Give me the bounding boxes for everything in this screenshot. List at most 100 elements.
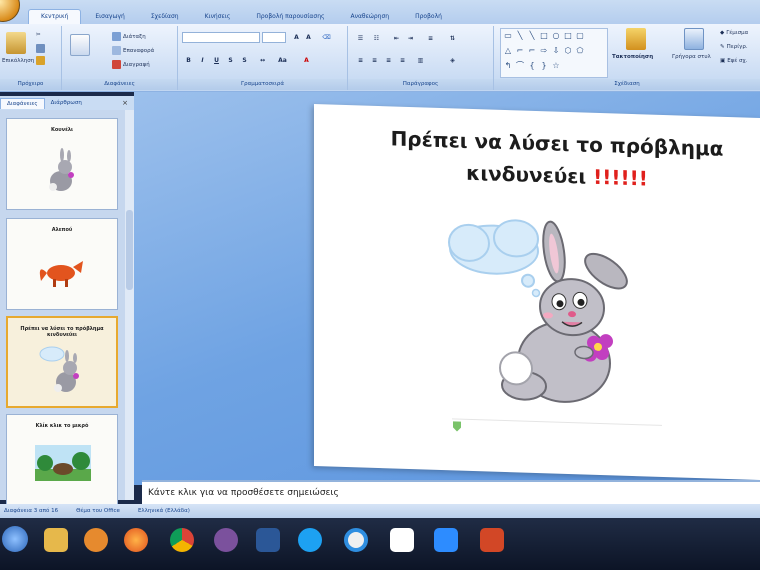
quick-styles-icon[interactable]	[684, 28, 704, 50]
align-left-button[interactable]: ≡	[356, 56, 365, 65]
clear-format-button[interactable]: ⌫	[322, 33, 331, 42]
shape-effects-button[interactable]: ▣ Εφέ σχ.	[720, 58, 747, 64]
bold-button[interactable]: B	[184, 56, 193, 65]
text-direction-button[interactable]: ⇅	[448, 34, 457, 43]
paste-icon[interactable]	[6, 32, 26, 54]
tab-slideshow[interactable]: Προβολή παρουσίασης	[244, 10, 336, 24]
fox-icon	[39, 261, 83, 287]
shadow-button[interactable]: S	[240, 56, 249, 65]
tab-design[interactable]: Σχεδίαση	[139, 10, 191, 24]
rect-shape-icon[interactable]: □	[539, 31, 549, 41]
scrollbar-thumb[interactable]	[126, 210, 133, 290]
slide-canvas[interactable]: Πρέπει να λύσει το πρόβλημα κινδυνεύει !…	[314, 104, 760, 481]
elbow-shape-icon[interactable]: ⌐	[515, 46, 525, 56]
slide-title[interactable]: Πρέπει να λύσει το πρόβλημα κινδυνεύει !…	[354, 121, 760, 198]
elbow2-shape-icon[interactable]: ⌐	[527, 46, 537, 56]
numbering-button[interactable]: ☷	[372, 34, 381, 43]
arrow-right-shape-icon[interactable]: ⇨	[539, 46, 549, 56]
new-slide-icon[interactable]	[70, 34, 90, 56]
cut-button[interactable]: ✂	[36, 32, 41, 38]
tab-slides[interactable]: Διαφάνειες	[0, 97, 45, 109]
zoom-icon[interactable]	[434, 528, 458, 552]
arrange-button[interactable]: Τακτοποίηση	[612, 54, 653, 60]
slides-group-label: Διαφάνειες	[62, 79, 177, 90]
copy-button[interactable]	[36, 44, 45, 53]
line2-shape-icon[interactable]: ╲	[527, 31, 537, 41]
office-button[interactable]	[0, 0, 20, 22]
rect2-shape-icon[interactable]: □	[563, 31, 573, 41]
line-shape-icon[interactable]: ╲	[515, 31, 525, 41]
star-shape-icon[interactable]: ☆	[551, 61, 561, 71]
curve-shape-icon[interactable]: ⌒	[515, 61, 525, 71]
font-group-label: Γραμματοσειρά	[178, 79, 347, 90]
shape-fill-button[interactable]: ◆ Γέμισμα	[720, 30, 748, 36]
font-size-field[interactable]	[262, 32, 286, 43]
underline-button[interactable]: U	[212, 56, 221, 65]
line-spacing-button[interactable]: ≡	[426, 34, 435, 43]
windows-taskbar	[0, 518, 760, 570]
app-icon[interactable]	[390, 528, 414, 552]
word-icon[interactable]	[256, 528, 280, 552]
paste-button[interactable]: Επικόλληση	[2, 58, 34, 64]
columns-button[interactable]: ▥	[416, 56, 425, 65]
tab-animations[interactable]: Κινήσεις	[193, 10, 243, 24]
quick-styles-button[interactable]: Γρήγορα στυλ	[672, 54, 711, 60]
notes-pane[interactable]: Κάντε κλικ για να προσθέσετε σημειώσεις	[142, 480, 760, 506]
case-button[interactable]: Aa	[278, 56, 287, 65]
rounded-shape-icon[interactable]: ▢	[575, 31, 585, 41]
textbox-shape-icon[interactable]: ▭	[503, 31, 513, 41]
skype-icon[interactable]	[298, 528, 322, 552]
brace-shape-icon[interactable]: {	[527, 61, 537, 71]
bend-shape-icon[interactable]: ↰	[503, 61, 513, 71]
align-right-button[interactable]: ≡	[384, 56, 393, 65]
justify-button[interactable]: ≡	[398, 56, 407, 65]
flow-shape-icon[interactable]: ⬠	[575, 46, 585, 56]
font-name-field[interactable]	[182, 32, 260, 43]
file-explorer-icon[interactable]	[44, 528, 68, 552]
media-player-icon[interactable]	[84, 528, 108, 552]
delete-slide-button[interactable]: Διαγραφή	[112, 60, 150, 69]
brace2-shape-icon[interactable]: }	[539, 61, 549, 71]
rabbit-illustration[interactable]	[444, 208, 644, 414]
powerpoint-icon[interactable]	[480, 528, 504, 552]
slide-thumbnail[interactable]: Κουνέλι	[6, 118, 118, 210]
shrink-font-button[interactable]: A	[304, 33, 313, 42]
increase-indent-button[interactable]: ⇥	[406, 34, 415, 43]
decrease-indent-button[interactable]: ⇤	[392, 34, 401, 43]
language-indicator[interactable]: Ελληνικά (Ελλάδα)	[138, 508, 190, 514]
shape-outline-button[interactable]: ✎ Περίγρ.	[720, 44, 748, 50]
shapes-gallery[interactable]: ▭ ╲ ╲ □ ○ □ ▢ △ ⌐ ⌐ ⇨ ⇩ ⬡ ⬠ ↰ ⌒ { } ☆	[500, 28, 608, 78]
format-painter-button[interactable]	[36, 56, 45, 65]
hexagon-shape-icon[interactable]: ⬡	[563, 46, 573, 56]
bullets-button[interactable]: ☰	[356, 34, 365, 43]
tab-insert[interactable]: Εισαγωγή	[83, 10, 137, 24]
tab-home[interactable]: Κεντρική	[28, 9, 82, 24]
slide-thumbnail[interactable]: Αλεπού	[6, 218, 118, 310]
reset-button[interactable]: Επαναφορά	[112, 46, 154, 55]
grow-font-button[interactable]: A	[292, 33, 301, 42]
close-icon[interactable]: ×	[122, 99, 128, 107]
tab-review[interactable]: Αναθεώρηση	[339, 10, 402, 24]
layout-button[interactable]: Διάταξη	[112, 32, 146, 41]
arrow-down-shape-icon[interactable]: ⇩	[551, 46, 561, 56]
smartart-button[interactable]: ◈	[448, 56, 457, 65]
spacing-button[interactable]: ↔	[258, 56, 267, 65]
tab-view[interactable]: Προβολή	[403, 10, 454, 24]
browser-icon[interactable]	[344, 528, 368, 552]
tab-outline[interactable]: Διάρθρωση	[45, 98, 88, 108]
chrome-icon[interactable]	[170, 528, 194, 552]
italic-button[interactable]: I	[198, 56, 207, 65]
slide-thumbnail[interactable]: Κλίκ κλικ το μικρό	[6, 414, 118, 506]
arrange-icon[interactable]	[626, 28, 646, 50]
align-center-button[interactable]: ≡	[370, 56, 379, 65]
strike-button[interactable]: S	[226, 56, 235, 65]
firefox-icon[interactable]	[124, 528, 148, 552]
oval-shape-icon[interactable]: ○	[551, 31, 561, 41]
start-icon[interactable]	[2, 526, 28, 552]
viber-icon[interactable]	[214, 528, 238, 552]
triangle-shape-icon[interactable]: △	[503, 46, 513, 56]
font-color-button[interactable]: A	[302, 56, 311, 65]
slide-thumbnail-selected[interactable]: Πρέπει να λύσει το πρόβλημα κινδυνεύει	[6, 316, 118, 408]
slides-scrollbar[interactable]	[125, 110, 134, 500]
theme-name[interactable]: Θέμα του Office	[76, 508, 120, 514]
